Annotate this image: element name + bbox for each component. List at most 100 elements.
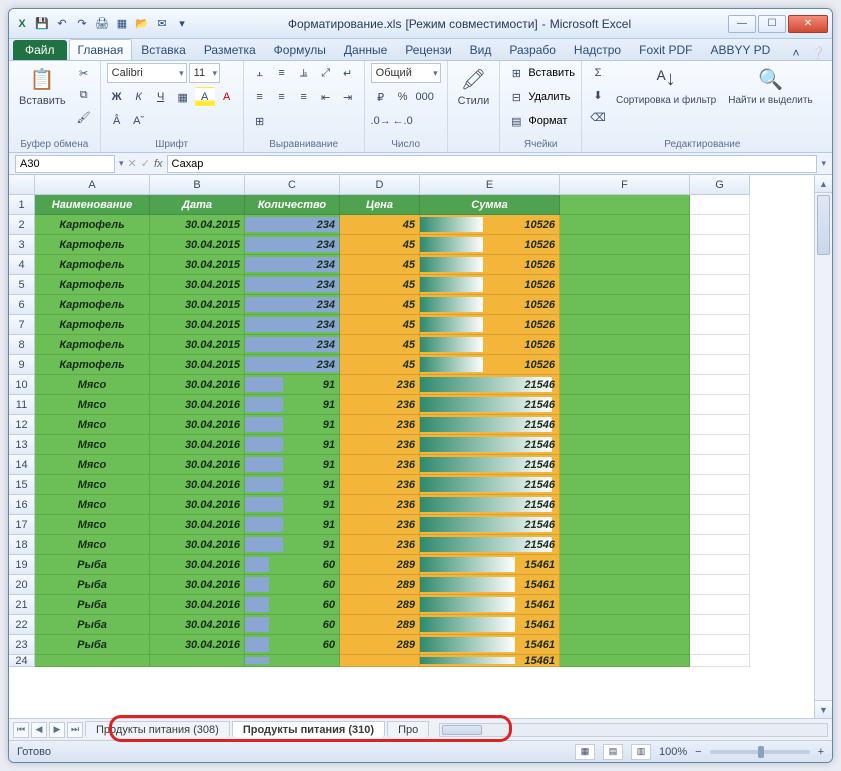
name-box[interactable]: A30 [15,155,115,173]
cell[interactable]: 21546 [420,495,560,515]
clear-icon[interactable]: ⌫ [588,107,608,127]
cell[interactable]: Мясо [35,395,150,415]
cell[interactable] [560,655,690,667]
cell[interactable] [690,415,750,435]
sheet-tab-3[interactable]: Про [387,721,429,738]
cell[interactable]: 60 [245,555,340,575]
cell[interactable] [340,655,420,667]
cell[interactable]: 30.04.2015 [150,275,245,295]
cell[interactable] [560,535,690,555]
cell[interactable]: 289 [340,595,420,615]
cell[interactable]: 30.04.2016 [150,635,245,655]
cell[interactable]: 30.04.2016 [150,535,245,555]
close-button[interactable]: ✕ [788,15,828,33]
cell[interactable] [690,475,750,495]
cell[interactable] [560,515,690,535]
cell[interactable]: 234 [245,215,340,235]
sort-filter-button[interactable]: ᴬ↓ Сортировка и фильтр [612,63,720,108]
cell[interactable]: 30.04.2016 [150,475,245,495]
cell[interactable] [690,235,750,255]
cell[interactable]: Картофель [35,335,150,355]
cell[interactable]: 10526 [420,335,560,355]
cell[interactable] [560,295,690,315]
first-sheet-icon[interactable]: ⏮ [13,722,29,738]
column-header-E[interactable]: E [420,175,560,195]
cell[interactable]: 30.04.2016 [150,495,245,515]
cell[interactable]: Рыба [35,635,150,655]
decrease-decimal-icon[interactable]: ←.0 [393,111,413,131]
cell[interactable]: Мясо [35,435,150,455]
cell[interactable]: 60 [245,575,340,595]
cell[interactable] [560,255,690,275]
header-cell[interactable]: Цена [340,195,420,215]
cell[interactable] [690,315,750,335]
fx-icon[interactable]: fx [154,158,163,170]
cell[interactable] [560,375,690,395]
cell[interactable] [560,355,690,375]
cell[interactable] [690,255,750,275]
row-header[interactable]: 9 [9,355,35,375]
cell[interactable]: 30.04.2016 [150,415,245,435]
align-right-icon[interactable]: ≡ [294,87,314,107]
copy-icon[interactable]: ⧉ [74,85,94,105]
cell[interactable]: 236 [340,435,420,455]
cell[interactable]: 91 [245,415,340,435]
row-header[interactable]: 8 [9,335,35,355]
border-icon[interactable]: ▦ [173,87,193,107]
redo-icon[interactable]: ↷ [73,15,91,33]
tab-addins[interactable]: Надстро [565,39,630,60]
wrap-text-icon[interactable]: ↵ [338,63,358,83]
cell[interactable] [560,395,690,415]
cell[interactable]: Рыба [35,575,150,595]
tab-data[interactable]: Данные [335,39,396,60]
cell[interactable]: Мясо [35,415,150,435]
cell[interactable]: 91 [245,395,340,415]
paste-button[interactable]: 📋 Вставить [15,63,70,109]
cell[interactable]: 60 [245,595,340,615]
cell[interactable] [560,555,690,575]
cell[interactable]: 30.04.2016 [150,595,245,615]
cell[interactable]: Рыба [35,555,150,575]
format-painter-icon[interactable]: 🖌 [74,107,94,127]
cell[interactable]: 30.04.2015 [150,215,245,235]
cell[interactable]: 30.04.2016 [150,455,245,475]
cell[interactable]: 91 [245,515,340,535]
zoom-out-icon[interactable]: − [695,746,701,758]
cell[interactable]: Мясо [35,515,150,535]
cell[interactable] [690,275,750,295]
cell[interactable]: 10526 [420,355,560,375]
sheet-tab-1[interactable]: Продукты питания (308) [85,721,230,738]
cell[interactable]: 30.04.2016 [150,375,245,395]
column-header-B[interactable]: B [150,175,245,195]
cell[interactable] [150,655,245,667]
cell[interactable] [690,395,750,415]
cell[interactable]: 236 [340,515,420,535]
formula-input[interactable]: Сахар [167,155,818,173]
cell[interactable]: Картофель [35,355,150,375]
open-icon[interactable]: 📂 [133,15,151,33]
cell[interactable] [690,375,750,395]
percent-icon[interactable]: % [393,87,413,107]
cell[interactable] [560,475,690,495]
row-header[interactable]: 20 [9,575,35,595]
insert-cells-icon[interactable]: ⊞ [506,63,526,83]
tab-home[interactable]: Главная [69,39,133,60]
cell[interactable]: 45 [340,215,420,235]
cell[interactable]: 30.04.2016 [150,575,245,595]
expand-fbar-icon[interactable]: ▾ [821,158,826,169]
number-format-combo[interactable]: Общий [371,63,441,83]
last-sheet-icon[interactable]: ⏭ [67,722,83,738]
cell[interactable]: 45 [340,355,420,375]
cell[interactable] [560,315,690,335]
cell[interactable]: 289 [340,575,420,595]
cell[interactable]: Мясо [35,475,150,495]
row-header[interactable]: 21 [9,595,35,615]
cell[interactable]: Картофель [35,275,150,295]
file-tab[interactable]: Файл [13,40,67,60]
cell[interactable]: Картофель [35,235,150,255]
column-header-G[interactable]: G [690,175,750,195]
row-header[interactable]: 13 [9,435,35,455]
cell[interactable]: 21546 [420,435,560,455]
cell[interactable] [690,335,750,355]
autosum-icon[interactable]: Σ [588,63,608,83]
